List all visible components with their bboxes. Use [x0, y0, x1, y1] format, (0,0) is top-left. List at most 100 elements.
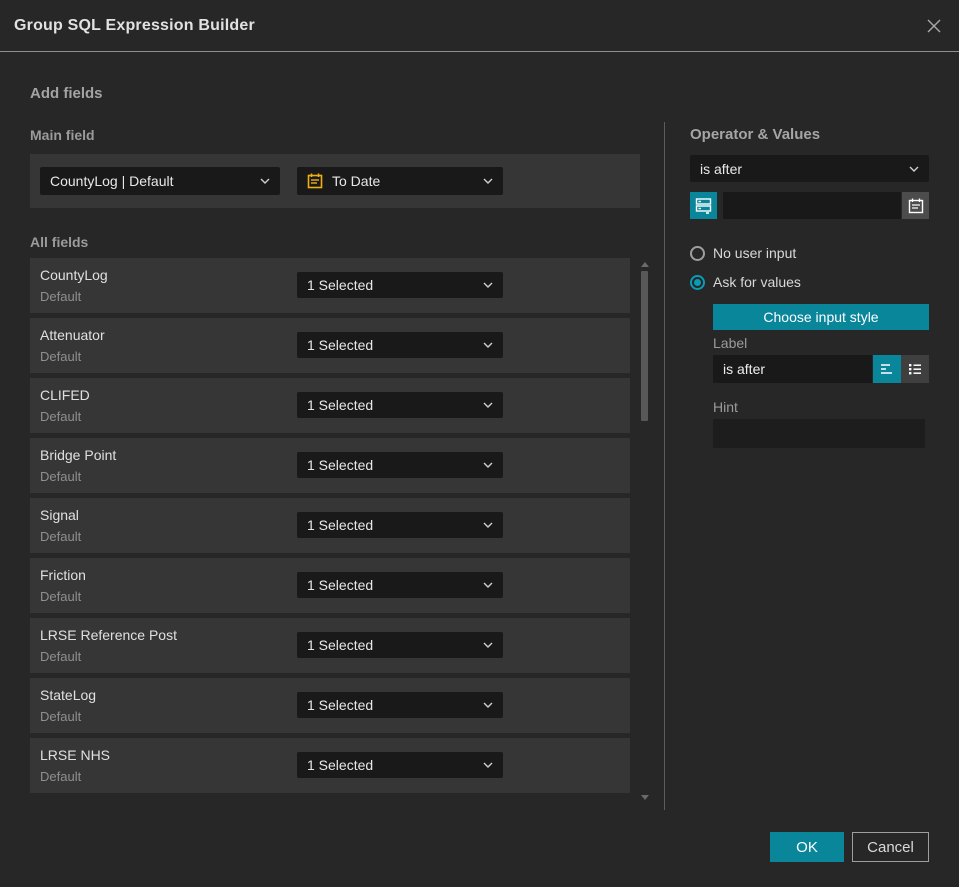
- label-input[interactable]: [713, 355, 872, 383]
- date-value-input[interactable]: [723, 192, 901, 219]
- date-picker-button[interactable]: [902, 192, 929, 219]
- hint-input[interactable]: [713, 419, 925, 448]
- radio-no-user-input[interactable]: No user input: [690, 245, 796, 261]
- field-row: Bridge Point Default 1 Selected: [30, 438, 630, 493]
- field-subtitle: Default: [40, 589, 82, 604]
- field-values-dropdown[interactable]: 1 Selected: [297, 272, 503, 298]
- field-subtitle: Default: [40, 409, 82, 424]
- all-fields-label: All fields: [30, 234, 89, 250]
- chevron-down-icon: [483, 282, 493, 288]
- field-name: Bridge Point: [40, 447, 117, 463]
- close-icon: [927, 19, 941, 33]
- field-subtitle: Default: [40, 289, 82, 304]
- field-row: Friction Default 1 Selected: [30, 558, 630, 613]
- radio-ask-for-values-label: Ask for values: [713, 274, 801, 290]
- list-style-button[interactable]: [901, 355, 929, 383]
- field-values-dropdown-value: 1 Selected: [307, 517, 374, 533]
- chevron-down-icon: [483, 402, 493, 408]
- radio-circle[interactable]: [690, 245, 705, 261]
- field-values-dropdown-value: 1 Selected: [307, 637, 374, 653]
- add-fields-heading: Add fields: [30, 85, 103, 102]
- field-values-dropdown-value: 1 Selected: [307, 397, 374, 413]
- choose-input-style-button[interactable]: Choose input style: [713, 304, 929, 330]
- group-sql-expression-builder-dialog: Group SQL Expression Builder Add fields …: [0, 0, 959, 887]
- field-values-dropdown[interactable]: 1 Selected: [297, 392, 503, 418]
- scroll-up-icon[interactable]: [641, 262, 649, 267]
- panel-divider: [664, 122, 665, 810]
- operator-dropdown-value: is after: [700, 160, 743, 177]
- field-name: CLIFED: [40, 387, 90, 403]
- chevron-down-icon: [483, 642, 493, 648]
- field-name: StateLog: [40, 687, 97, 703]
- operator-values-heading: Operator & Values: [690, 126, 821, 143]
- ok-button[interactable]: OK: [770, 832, 844, 862]
- field-name: CountyLog: [40, 267, 108, 283]
- stack-values-button[interactable]: [690, 192, 717, 219]
- field-values-dropdown-value: 1 Selected: [307, 337, 374, 353]
- field-values-dropdown[interactable]: 1 Selected: [297, 452, 503, 478]
- field-values-dropdown[interactable]: 1 Selected: [297, 752, 503, 778]
- field-type-dropdown-value: To Date: [332, 173, 381, 189]
- single-line-style-button[interactable]: [873, 355, 901, 383]
- dialog-title: Group SQL Expression Builder: [14, 16, 255, 34]
- field-values-dropdown-value: 1 Selected: [307, 757, 374, 773]
- stack-values-icon: [695, 198, 712, 214]
- field-row: LRSE NHS Default 1 Selected: [30, 738, 630, 793]
- all-fields-list: CountyLog Default 1 Selected Attenuator …: [30, 258, 630, 798]
- field-name: Friction: [40, 567, 86, 583]
- chevron-down-icon: [483, 522, 493, 528]
- radio-circle-selected[interactable]: [690, 274, 705, 290]
- field-row: StateLog Default 1 Selected: [30, 678, 630, 733]
- field-subtitle: Default: [40, 469, 82, 484]
- list-scrollbar[interactable]: [640, 258, 650, 804]
- chevron-down-icon: [260, 178, 270, 184]
- field-row: Signal Default 1 Selected: [30, 498, 630, 553]
- field-subtitle: Default: [40, 529, 82, 544]
- chevron-down-icon: [483, 178, 493, 184]
- radio-no-user-input-label: No user input: [713, 245, 797, 261]
- close-button[interactable]: [923, 15, 945, 37]
- label-caption: Label: [713, 335, 748, 351]
- field-values-dropdown-value: 1 Selected: [307, 277, 374, 293]
- field-name: LRSE NHS: [40, 747, 111, 763]
- main-field-panel: CountyLog | Default To Date: [30, 154, 640, 208]
- radio-ask-for-values[interactable]: Ask for values: [690, 274, 801, 290]
- main-field-dropdown-value: CountyLog | Default: [50, 173, 174, 189]
- field-values-dropdown-value: 1 Selected: [307, 457, 374, 473]
- chevron-down-icon: [909, 166, 919, 172]
- list-bullets-icon: [909, 364, 921, 375]
- main-field-dropdown[interactable]: CountyLog | Default: [40, 167, 280, 195]
- field-values-dropdown-value: 1 Selected: [307, 577, 374, 593]
- scroll-down-icon[interactable]: [641, 795, 649, 800]
- field-name: Attenuator: [40, 327, 105, 343]
- field-name: Signal: [40, 507, 79, 523]
- main-field-label: Main field: [30, 127, 95, 143]
- field-subtitle: Default: [40, 709, 82, 724]
- field-values-dropdown[interactable]: 1 Selected: [297, 332, 503, 358]
- field-subtitle: Default: [40, 769, 82, 784]
- field-type-dropdown[interactable]: To Date: [297, 167, 503, 195]
- field-values-dropdown[interactable]: 1 Selected: [297, 512, 503, 538]
- field-row: CountyLog Default 1 Selected: [30, 258, 630, 313]
- hint-caption: Hint: [713, 399, 738, 415]
- field-values-dropdown[interactable]: 1 Selected: [297, 692, 503, 718]
- field-row: CLIFED Default 1 Selected: [30, 378, 630, 433]
- field-values-dropdown[interactable]: 1 Selected: [297, 572, 503, 598]
- chevron-down-icon: [483, 342, 493, 348]
- chevron-down-icon: [483, 762, 493, 768]
- calendar-icon: [307, 173, 323, 189]
- operator-dropdown[interactable]: is after: [690, 155, 929, 182]
- field-row: LRSE Reference Post Default 1 Selected: [30, 618, 630, 673]
- chevron-down-icon: [483, 702, 493, 708]
- field-values-dropdown-value: 1 Selected: [307, 697, 374, 713]
- field-row: Attenuator Default 1 Selected: [30, 318, 630, 373]
- field-subtitle: Default: [40, 349, 82, 364]
- chevron-down-icon: [483, 582, 493, 588]
- cancel-button[interactable]: Cancel: [852, 832, 929, 862]
- calendar-picker-icon: [908, 198, 923, 213]
- dialog-titlebar: Group SQL Expression Builder: [0, 0, 959, 52]
- align-left-icon: [881, 364, 892, 374]
- field-name: LRSE Reference Post: [40, 627, 177, 643]
- field-values-dropdown[interactable]: 1 Selected: [297, 632, 503, 658]
- scrollbar-thumb[interactable]: [641, 271, 648, 421]
